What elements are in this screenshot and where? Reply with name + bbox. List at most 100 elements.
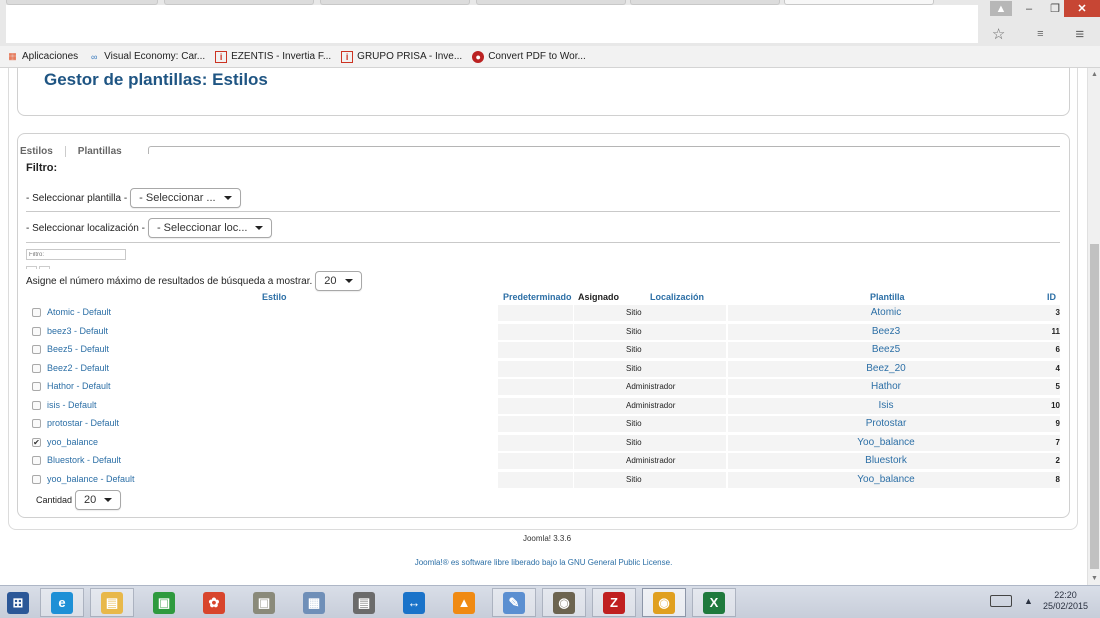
column-header-id[interactable]: ID <box>1047 292 1056 302</box>
template-select[interactable]: - Seleccionar ... <box>130 188 241 208</box>
taskbar-button[interactable]: X <box>692 588 736 617</box>
limit-label: Asigne el número máximo de resultados de… <box>26 275 313 287</box>
taskbar-button[interactable]: ▦ <box>292 588 336 617</box>
plantilla-link[interactable]: Isis <box>879 397 894 414</box>
taskbar-button[interactable]: ▣ <box>142 588 186 617</box>
keyboard-icon[interactable] <box>990 595 1013 607</box>
tab-plantillas[interactable]: Plantillas <box>78 146 134 157</box>
taskbar-button[interactable]: ✎ <box>492 588 536 617</box>
bookmark-apps[interactable]: ▦ Aplicaciones <box>6 51 78 63</box>
taskbar-button[interactable]: ▲ <box>442 588 486 617</box>
row-checkbox[interactable] <box>32 419 41 428</box>
calculator-icon: ▦ <box>303 591 325 614</box>
plantilla-link[interactable]: Hathor <box>871 378 901 395</box>
plantilla-link[interactable]: Protostar <box>866 415 907 432</box>
column-header-estilo[interactable]: Estilo <box>262 292 287 302</box>
estilo-link[interactable]: Beez2 - Default <box>47 360 109 377</box>
plantilla-link[interactable]: Beez5 <box>872 341 900 358</box>
row-checkbox[interactable] <box>32 308 41 317</box>
pagination-select[interactable]: 20 <box>75 490 122 510</box>
system-tray: ▲ 22:20 25/02/2015 <box>990 590 1088 612</box>
limit-select[interactable]: 20 <box>315 271 362 291</box>
taskbar-button[interactable]: Z <box>592 588 636 617</box>
excel-icon: X <box>703 591 725 614</box>
estilo-link[interactable]: Beez5 - Default <box>47 341 109 358</box>
row-checkbox[interactable]: ✔ <box>32 437 41 447</box>
cell-shade <box>574 360 726 377</box>
bookmark-star-icon[interactable]: ☆ <box>992 25 1005 43</box>
file-explorer-icon: ▤ <box>101 591 123 614</box>
scroll-up-icon[interactable]: ▲ <box>1088 68 1100 81</box>
row-checkbox[interactable] <box>32 345 41 354</box>
taskbar-button[interactable]: ▣ <box>242 588 286 617</box>
estilo-link[interactable]: isis - Default <box>47 397 97 414</box>
column-header-localizacion[interactable]: Localización <box>650 292 704 302</box>
clock[interactable]: 22:20 25/02/2015 <box>1043 590 1088 612</box>
estilo-link[interactable]: Bluestork - Default <box>47 452 121 469</box>
row-checkbox[interactable] <box>32 363 41 373</box>
plantilla-link[interactable]: Beez3 <box>872 323 900 340</box>
estilo-link[interactable]: beez3 - Default <box>47 323 108 340</box>
row-checkbox[interactable] <box>32 382 41 391</box>
taskbar-button[interactable]: ◉ <box>642 588 686 617</box>
plantilla-link[interactable]: Beez_20 <box>866 360 905 377</box>
minimize-icon[interactable]: – <box>1016 0 1042 17</box>
tab-estilos[interactable]: Estilos <box>20 146 65 157</box>
id-cell: 8 <box>1055 474 1060 484</box>
apps-grid-icon: ▦ <box>8 51 17 61</box>
plantilla-link[interactable]: Atomic <box>871 304 902 321</box>
close-icon[interactable]: ✕ <box>1064 0 1100 17</box>
cell-shade <box>498 397 573 414</box>
row-checkbox[interactable] <box>32 474 41 484</box>
plantilla-link[interactable]: Yoo_balance <box>857 471 914 488</box>
clock-date: 25/02/2015 <box>1042 601 1088 611</box>
user-profile-icon[interactable]: ▲ <box>990 1 1012 16</box>
bookmark-visual-economy[interactable]: ∞ Visual Economy: Car... <box>88 51 205 63</box>
version-text: Joomla! 3.3.6 <box>522 534 572 543</box>
bookmark-grupo-prisa[interactable]: i GRUPO PRISA - Inve... <box>341 50 462 63</box>
tray-expand-icon[interactable]: ▲ <box>1024 596 1033 606</box>
address-bar[interactable] <box>6 5 978 43</box>
row-checkbox[interactable] <box>32 400 41 410</box>
cell-shade <box>574 305 726 321</box>
taskbar-button[interactable]: ▤ <box>342 588 386 617</box>
estilo-link[interactable]: Hathor - Default <box>47 378 111 395</box>
row-checkbox[interactable] <box>32 326 41 336</box>
plantilla-link[interactable]: Bluestork <box>865 452 907 469</box>
estilo-link[interactable]: yoo_balance <box>47 434 98 451</box>
cell-shade <box>728 397 1060 414</box>
search-input[interactable] <box>26 249 126 260</box>
location-select[interactable]: - Seleccionar loc... <box>147 218 273 238</box>
scroll-down-icon[interactable]: ▼ <box>1088 572 1100 585</box>
location-select-value: - Seleccionar loc... <box>156 222 248 234</box>
bookmark-convert-pdf[interactable]: ● Convert PDF to Wor... <box>472 50 586 63</box>
estilo-link[interactable]: protostar - Default <box>47 415 119 432</box>
taskbar-button[interactable]: ↔ <box>392 588 436 617</box>
cell-shade <box>498 434 573 451</box>
vertical-scrollbar[interactable]: ▲ ▼ <box>1087 68 1100 585</box>
column-header-plantilla[interactable]: Plantilla <box>870 292 905 302</box>
plantilla-link[interactable]: Yoo_balance <box>857 434 914 451</box>
table-row: Beez2 - Default Sitio Beez_20 4 <box>26 360 1060 379</box>
row-checkbox[interactable] <box>32 456 41 465</box>
gimp-icon: ◉ <box>553 591 575 614</box>
clear-button[interactable] <box>39 266 50 269</box>
taskbar-button[interactable]: ✿ <box>192 588 236 617</box>
id-cell: 10 <box>1051 400 1060 410</box>
location-filter: - Seleccionar localización - - Seleccion… <box>26 218 273 238</box>
menu-icon[interactable]: ≡ <box>1075 26 1084 43</box>
taskbar-button[interactable]: e <box>40 588 84 617</box>
estilo-link[interactable]: yoo_balance - Default <box>47 471 135 488</box>
scroll-thumb[interactable] <box>1090 244 1099 569</box>
extension-icon[interactable]: ≡ <box>1037 28 1043 40</box>
taskbar-button[interactable]: ▤ <box>90 588 134 617</box>
table-row: Beez5 - Default Sitio Beez5 6 <box>26 341 1060 360</box>
taskbar-button[interactable]: ⊞ <box>0 588 36 617</box>
license-text: Joomla!® es software libre liberado bajo… <box>0 558 1087 567</box>
estilo-link[interactable]: Atomic - Default <box>47 304 111 321</box>
bookmark-ezentis[interactable]: i EZENTIS - Invertia F... <box>215 50 331 63</box>
column-header-predeterminado[interactable]: Predeterminado <box>503 292 572 302</box>
search-button[interactable] <box>26 266 37 269</box>
taskbar-button[interactable]: ◉ <box>542 588 586 617</box>
license-link[interactable]: GNU General Public License <box>568 558 670 567</box>
